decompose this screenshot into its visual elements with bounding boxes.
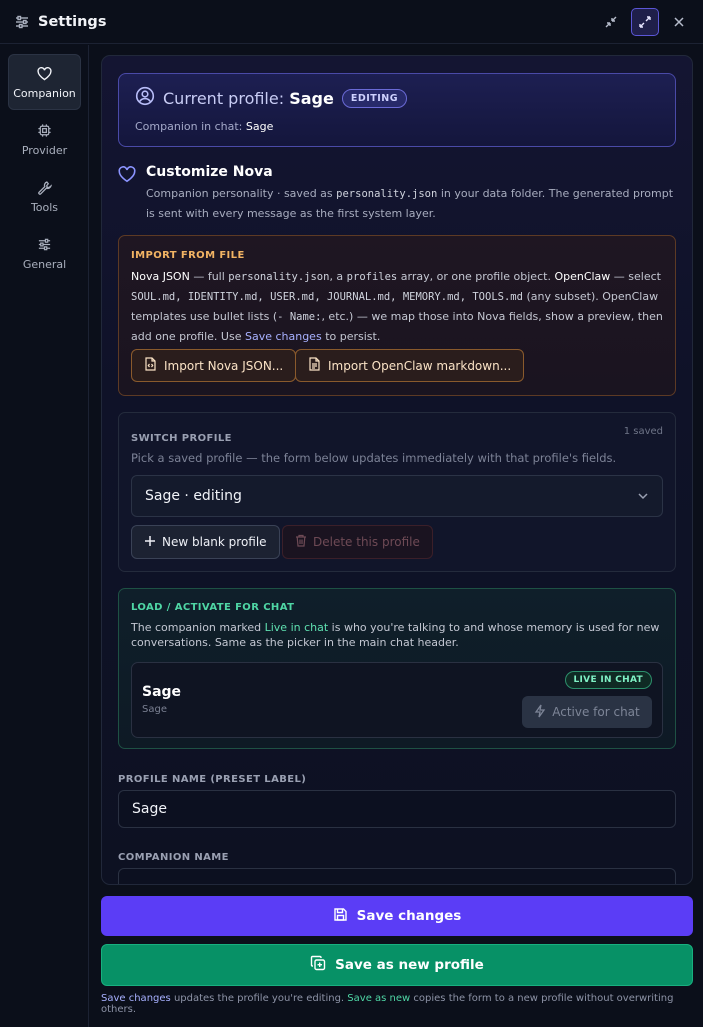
customize-title: Customize Nova — [146, 164, 273, 180]
current-profile-card: Current profile: Sage EDITING Companion … — [118, 73, 676, 147]
sliders-icon — [37, 236, 52, 254]
profile-name-label: PROFILE NAME (PRESET LABEL) — [118, 774, 307, 785]
section-title: LOAD / ACTIVATE FOR CHAT — [131, 602, 295, 613]
load-activate-section: LOAD / ACTIVATE FOR CHAT The companion m… — [118, 588, 676, 749]
lightning-icon — [534, 704, 546, 721]
profile-card-name: Sage — [142, 684, 182, 700]
settings-header: Settings — [0, 0, 703, 44]
companion-settings-panel[interactable]: Current profile: Sage EDITING Companion … — [101, 55, 693, 885]
customize-description: Companion personality · saved as persona… — [146, 187, 674, 220]
plus-icon — [144, 535, 156, 550]
section-title: IMPORT FROM FILE — [131, 250, 245, 261]
sidebar-item-label: Provider — [21, 143, 68, 157]
sidebar-item-label: Companion — [13, 86, 76, 100]
file-code-icon — [144, 357, 157, 374]
sidebar-item-companion[interactable]: Companion — [8, 54, 81, 110]
save-changes-button[interactable]: Save changes — [101, 896, 693, 936]
user-circle-icon — [135, 86, 155, 110]
page-title: Settings — [38, 13, 107, 30]
profile-card-subtitle: Sage — [142, 704, 167, 715]
switch-description: Pick a saved profile — the form below up… — [131, 451, 617, 465]
sidebar-item-label: General — [22, 257, 67, 271]
copy-plus-icon — [310, 955, 326, 975]
companion-in-chat: Companion in chat: Sage — [135, 120, 274, 133]
actions-footnote: Save changes updates the profile you're … — [101, 993, 674, 1015]
profile-select[interactable]: Sage · editing — [131, 475, 663, 517]
import-nova-json-button[interactable]: Import Nova JSON... — [131, 349, 297, 382]
file-text-icon — [308, 357, 321, 374]
close-icon[interactable] — [665, 8, 693, 36]
sliders-icon — [14, 14, 30, 30]
load-description: The companion marked Live in chat is who… — [131, 621, 660, 649]
expand-icon[interactable] — [631, 8, 659, 36]
companion-name-label: COMPANION NAME — [118, 852, 229, 863]
sidebar-item-general[interactable]: General — [8, 225, 81, 281]
profile-name-input[interactable]: Sage — [118, 790, 676, 828]
new-blank-profile-button[interactable]: New blank profile — [131, 525, 280, 559]
live-in-chat-badge: LIVE IN CHAT — [564, 671, 652, 689]
heart-icon — [37, 65, 52, 83]
save-icon — [333, 907, 348, 926]
chip-icon — [37, 122, 52, 140]
trash-icon — [295, 534, 307, 550]
chevron-down-icon — [636, 489, 650, 507]
delete-profile-button[interactable]: Delete this profile — [282, 525, 433, 559]
sidebar-item-tools[interactable]: Tools — [8, 168, 81, 224]
switch-profile-section: SWITCH PROFILE 1 saved Pick a saved prof… — [118, 412, 676, 572]
import-from-file-section: IMPORT FROM FILE Nova JSON — full person… — [118, 235, 676, 396]
sidebar-item-provider[interactable]: Provider — [8, 111, 81, 167]
save-as-new-profile-button[interactable]: Save as new profile — [101, 944, 693, 986]
current-profile-title: Current profile: Sage — [163, 88, 334, 108]
active-for-chat-button[interactable]: Active for chat — [522, 696, 652, 728]
profile-card[interactable]: Sage Sage LIVE IN CHAT Active for chat — [131, 662, 663, 738]
import-openclaw-button[interactable]: Import OpenClaw markdown... — [295, 349, 525, 382]
import-description: Nova JSON — full personality.json, a pro… — [131, 270, 663, 343]
saved-count: 1 saved — [623, 426, 663, 437]
sidebar-item-label: Tools — [30, 200, 59, 214]
section-title: SWITCH PROFILE — [131, 433, 232, 444]
sidebar: Companion Provider Tools General — [0, 45, 89, 1027]
collapse-icon[interactable] — [597, 8, 625, 36]
companion-name-input[interactable] — [118, 868, 676, 884]
heart-icon — [118, 166, 136, 187]
editing-badge: EDITING — [341, 88, 408, 108]
profile-select-value: Sage · editing — [145, 488, 242, 504]
wrench-icon — [37, 179, 52, 197]
